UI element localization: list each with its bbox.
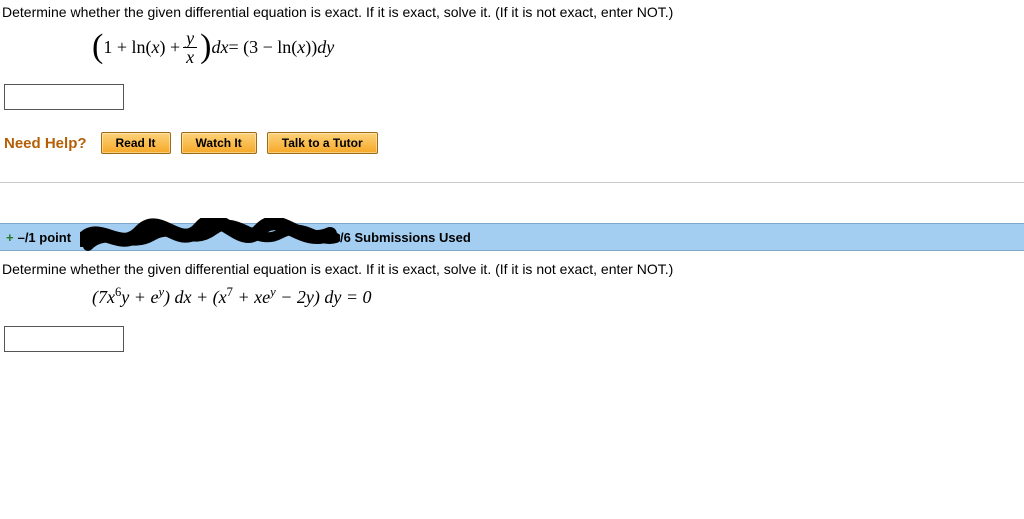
question-1-equation: ( 1 + ln(x) + y x ) dx = (3 − ln(x)) dy (92, 28, 1022, 66)
redaction-scribble (80, 218, 340, 256)
left-paren: ( (92, 28, 103, 66)
read-it-button[interactable]: Read It (101, 132, 171, 154)
need-help-label: Need Help? (4, 135, 87, 152)
question-1: Determine whether the given differential… (0, 0, 1024, 174)
divider (0, 182, 1024, 183)
question-2-equation: (7x6y + ey) dx + (x7 + xey − 2y) dy = 0 (92, 285, 1022, 308)
expand-icon[interactable]: + (6, 230, 14, 245)
answer-input-2[interactable] (4, 326, 124, 352)
points-text: –/1 point (18, 230, 71, 245)
submissions-text: /6 Submissions Used (340, 230, 471, 245)
talk-to-tutor-button[interactable]: Talk to a Tutor (267, 132, 378, 154)
question-2-prompt: Determine whether the given differential… (2, 261, 1022, 277)
fraction-y-over-x: y x (183, 29, 197, 66)
question-2: Determine whether the given differential… (0, 251, 1024, 384)
question-1-prompt: Determine whether the given differential… (2, 4, 1022, 20)
help-row: Need Help? Read It Watch It Talk to a Tu… (4, 132, 1020, 154)
right-paren: ) (200, 28, 211, 66)
points-bar: + –/1 point /6 Submissions Used (0, 223, 1024, 251)
answer-input-1[interactable] (4, 84, 124, 110)
watch-it-button[interactable]: Watch It (181, 132, 257, 154)
